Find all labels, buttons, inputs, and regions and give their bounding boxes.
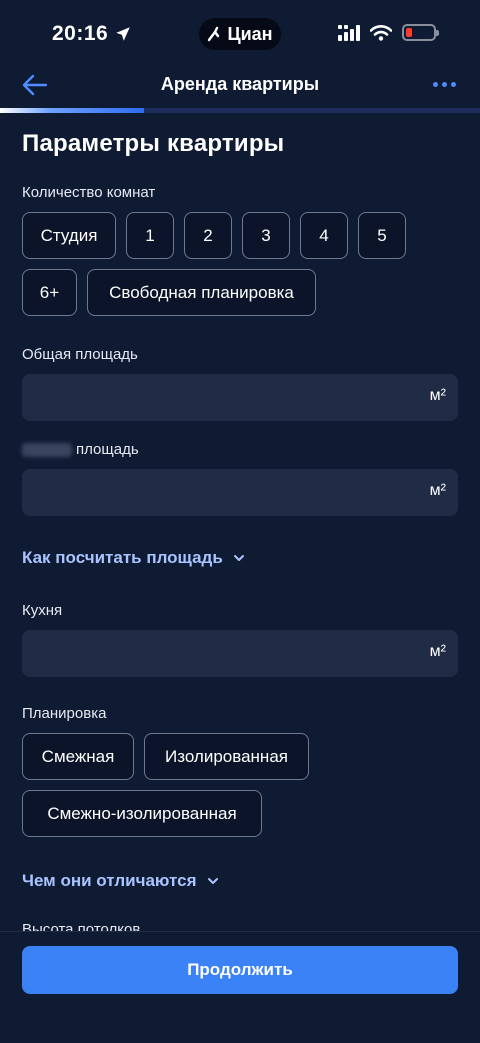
living-area-field[interactable]: м² (22, 469, 458, 516)
dot (451, 82, 456, 87)
layout-label: Планировка (22, 705, 107, 722)
room-option-studio[interactable]: Студия (22, 212, 116, 259)
total-area-field[interactable]: м² (22, 374, 458, 421)
room-option-3[interactable]: 3 (242, 212, 290, 259)
room-option-1[interactable]: 1 (126, 212, 174, 259)
link-text: Чем они отличаются (22, 871, 197, 890)
progress-fill (0, 108, 144, 113)
difference-link[interactable]: Чем они отличаются (22, 871, 458, 891)
unit-label: м² (429, 643, 446, 660)
app-header: Аренда квартиры (0, 66, 480, 106)
clock: 20:16 (52, 22, 109, 45)
living-area-label: площадь (22, 441, 458, 458)
page-header-title: Аренда квартиры (160, 74, 320, 94)
status-time: 20:16 (52, 22, 132, 46)
chevron-down-icon (233, 555, 244, 561)
page-title: Параметры квартиры (22, 130, 285, 157)
battery-level (406, 28, 412, 37)
wifi-icon (370, 24, 392, 41)
activity-icon (208, 26, 220, 42)
chevron-down-icon (207, 878, 218, 884)
room-option-5[interactable]: 5 (358, 212, 406, 259)
progress-bar (0, 108, 480, 113)
battery-icon (402, 24, 439, 41)
kitchen-label: Кухня (22, 602, 63, 619)
how-to-calc-area-link[interactable]: Как посчитать площадь (22, 548, 458, 568)
layout-option-adjacent[interactable]: Смежная (22, 733, 134, 780)
kitchen-area-field[interactable]: м² (22, 630, 458, 677)
kitchen-area-input[interactable] (22, 630, 458, 677)
rooms-label: Количество комнат (22, 184, 156, 201)
cellular-signal-icon (338, 24, 360, 41)
dynamic-island: Циан (199, 18, 281, 50)
dot (433, 82, 438, 87)
total-area-label: Общая площадь (22, 346, 138, 363)
dot (442, 82, 447, 87)
total-area-input[interactable] (22, 374, 458, 421)
unit-label: м² (429, 482, 446, 499)
status-icons (338, 24, 439, 41)
layout-options: Смежная Изолированная Смежно-изолированн… (22, 733, 458, 837)
location-arrow-icon (116, 27, 130, 41)
layout-option-adjacent-isolated[interactable]: Смежно-изолированная (22, 790, 262, 837)
blurred-text (22, 443, 72, 458)
room-option-4[interactable]: 4 (300, 212, 348, 259)
layout-option-isolated[interactable]: Изолированная (144, 733, 309, 780)
island-label: Циан (227, 23, 273, 44)
unit-label: м² (429, 387, 446, 404)
form-content: Параметры квартиры Количество комнат Сту… (22, 130, 458, 949)
room-option-6plus[interactable]: 6+ (22, 269, 77, 316)
continue-button[interactable]: Продолжить (22, 946, 458, 994)
rooms-options: Студия 1 2 3 4 5 6+ Свободная планировка (22, 212, 458, 316)
room-option-2[interactable]: 2 (184, 212, 232, 259)
more-options-icon[interactable] (433, 82, 456, 87)
bottom-bar: Продолжить (0, 931, 480, 1043)
living-area-input[interactable] (22, 469, 458, 516)
living-area-label-text: площадь (76, 441, 139, 458)
status-bar: 20:16 Циан (0, 0, 480, 66)
room-option-free-layout[interactable]: Свободная планировка (87, 269, 316, 316)
link-text: Как посчитать площадь (22, 548, 223, 567)
